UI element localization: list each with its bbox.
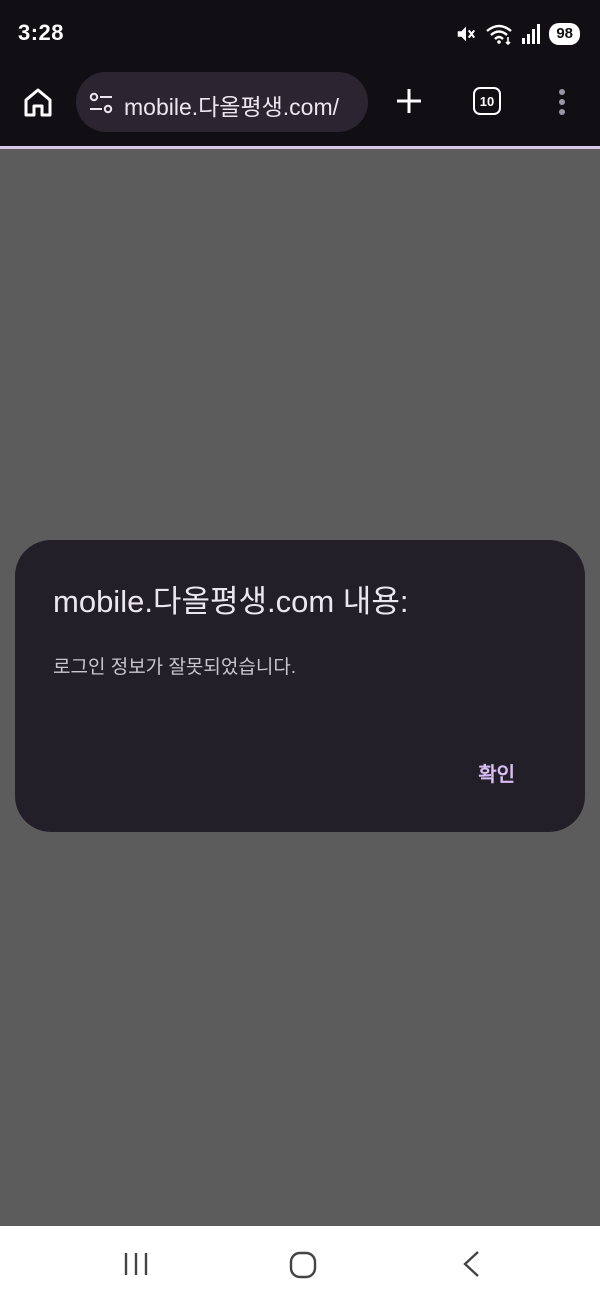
signal-icon (522, 24, 541, 44)
recents-icon[interactable] (120, 1250, 152, 1278)
back-icon[interactable] (458, 1249, 484, 1279)
status-time: 3:28 (18, 20, 65, 45)
status-icons: 98 (455, 20, 580, 48)
site-settings-icon[interactable] (88, 90, 114, 116)
status-bar: 3:28 98 (0, 0, 600, 66)
toolbar-divider (0, 146, 600, 149)
alert-dialog: mobile.다올평생.com 내용: 로그인 정보가 잘못되었습니다. 확인 (15, 540, 585, 832)
screen: 3:28 98 mobile.다올평생.com/ 10 mobile.다올평생.… (0, 0, 600, 1301)
more-vert-icon[interactable] (550, 84, 574, 120)
home-circle-icon[interactable] (288, 1250, 318, 1280)
system-nav-bar (0, 1226, 600, 1301)
wifi-icon (486, 24, 513, 45)
battery-icon: 98 (549, 23, 580, 45)
dialog-title: mobile.다올평생.com 내용: (53, 584, 409, 619)
tab-switcher-button[interactable]: 10 (473, 87, 501, 115)
mute-icon (458, 26, 476, 42)
tab-count: 10 (479, 93, 495, 109)
dialog-message: 로그인 정보가 잘못되었습니다. (53, 657, 297, 678)
plus-icon[interactable] (394, 86, 424, 116)
confirm-button[interactable]: 확인 (472, 754, 521, 791)
url-text[interactable]: mobile.다올평생.com/ (124, 88, 360, 122)
url-bar[interactable]: mobile.다올평생.com/ (76, 72, 368, 132)
home-icon[interactable] (20, 84, 56, 120)
browser-toolbar: mobile.다올평생.com/ 10 (0, 66, 600, 146)
